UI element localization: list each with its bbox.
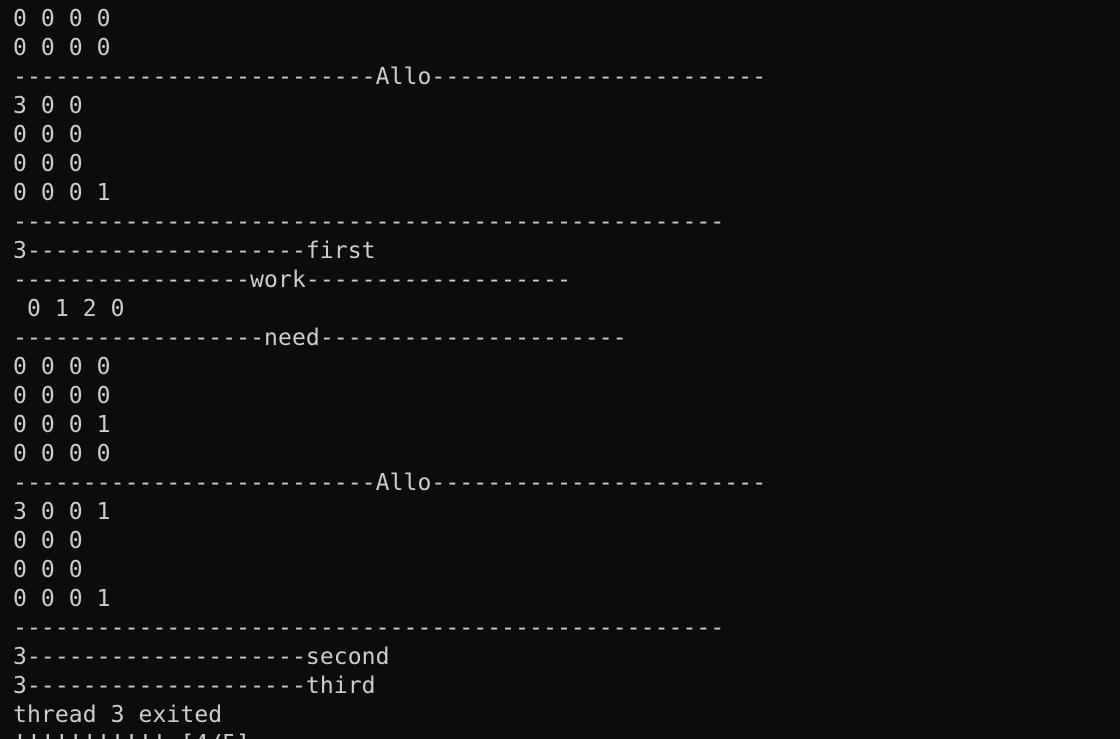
output-line: 0 0 0 0 — [13, 35, 111, 61]
output-line: 0 0 0 1 — [13, 412, 111, 438]
output-line: 0 0 0 0 — [13, 6, 111, 32]
output-line: 3 0 0 — [13, 93, 83, 119]
output-line: 0 0 0 — [13, 122, 83, 148]
output-line: 3--------------------third — [13, 673, 376, 699]
output-line: --------------------------Allo----------… — [13, 470, 767, 496]
output-line: ------------------need------------------… — [13, 325, 627, 351]
output-line: 0 0 0 — [13, 151, 83, 177]
output-line: -----------------work------------------- — [13, 267, 571, 293]
output-line: 0 0 0 1 — [13, 180, 111, 206]
output-line: thread 3 exited — [13, 702, 223, 728]
output-line: 3 0 0 1 — [13, 499, 111, 525]
output-line: 3--------------------second — [13, 644, 390, 670]
output-line: 0 1 2 0 — [13, 296, 125, 322]
output-line: --------------------------Allo----------… — [13, 64, 767, 90]
output-line: 0 0 0 — [13, 528, 83, 554]
terminal-output[interactable]: 0 0 0 0 0 0 0 0 ------------------------… — [0, 0, 1120, 739]
output-line: 0 0 0 0 — [13, 383, 111, 409]
output-line: ----------------------------------------… — [13, 615, 725, 641]
output-line: 0 0 0 1 — [13, 586, 111, 612]
output-line: 0 0 0 0 — [13, 354, 111, 380]
output-line: 0 0 0 0 — [13, 441, 111, 467]
output-line: ----------------------------------------… — [13, 209, 725, 235]
output-line: !!!!!!!!!!! [4/5] — [13, 730, 1120, 739]
output-line: 0 0 0 — [13, 557, 83, 583]
output-line: 3--------------------first — [13, 238, 376, 264]
